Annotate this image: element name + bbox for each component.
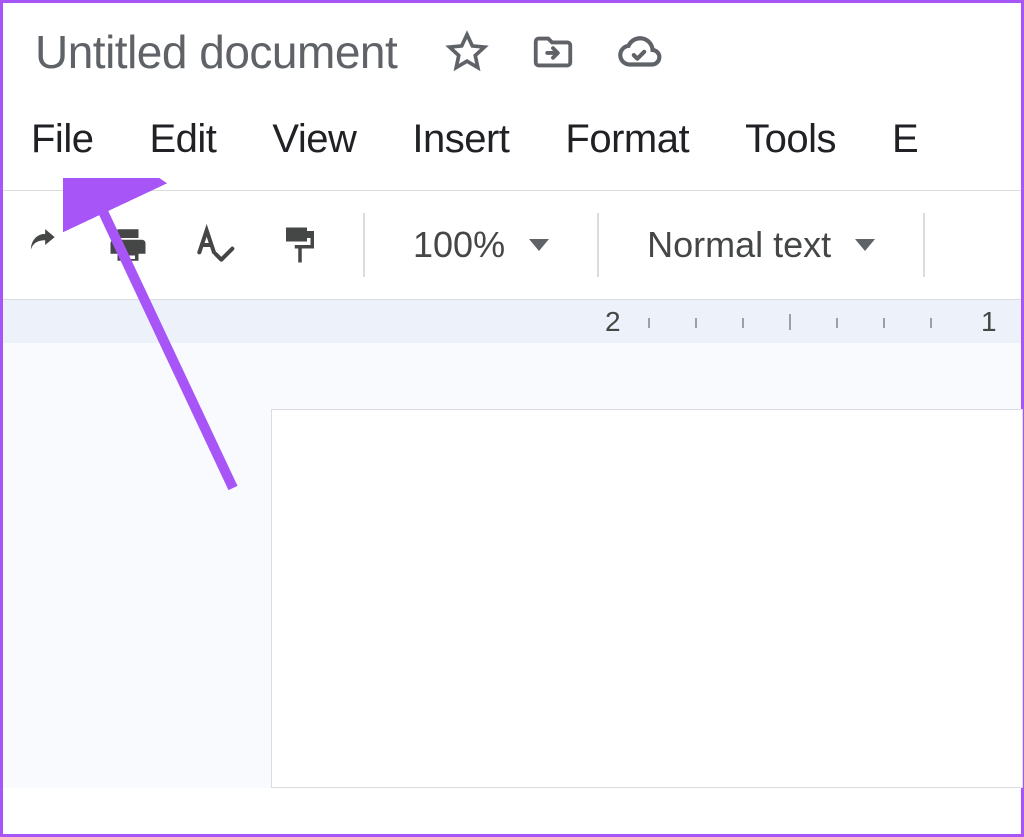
ruler-label: 1 — [981, 306, 997, 338]
menubar: File Edit View Insert Format Tools E — [3, 91, 1021, 190]
redo-icon[interactable] — [13, 216, 71, 274]
zoom-value: 100% — [413, 224, 505, 266]
menu-view[interactable]: View — [272, 117, 356, 162]
menu-file[interactable]: File — [31, 117, 93, 162]
move-folder-icon[interactable] — [527, 26, 579, 78]
document-title[interactable]: Untitled document — [35, 25, 397, 79]
toolbar-separator-2 — [597, 213, 599, 277]
toolbar-separator-1 — [363, 213, 365, 277]
toolbar: 100% Normal text — [3, 191, 1021, 299]
menu-tools[interactable]: Tools — [745, 117, 836, 162]
chevron-down-icon — [855, 239, 875, 251]
document-page[interactable] — [271, 409, 1023, 788]
header: Untitled document — [3, 3, 1021, 91]
chevron-down-icon — [529, 239, 549, 251]
paint-format-icon[interactable] — [271, 216, 329, 274]
spellcheck-icon[interactable] — [185, 216, 243, 274]
paragraph-style-value: Normal text — [647, 224, 831, 266]
menu-edit[interactable]: Edit — [149, 117, 216, 162]
ruler[interactable]: 2 1 — [3, 299, 1021, 343]
zoom-dropdown[interactable]: 100% — [399, 224, 563, 266]
menu-insert[interactable]: Insert — [412, 117, 509, 162]
menu-format[interactable]: Format — [565, 117, 689, 162]
ruler-label: 2 — [605, 306, 621, 338]
paragraph-style-dropdown[interactable]: Normal text — [633, 224, 889, 266]
print-icon[interactable] — [99, 216, 157, 274]
menu-extensions-partial[interactable]: E — [892, 117, 918, 162]
star-icon[interactable] — [441, 26, 493, 78]
cloud-saved-icon[interactable] — [613, 26, 665, 78]
toolbar-separator-3 — [923, 213, 925, 277]
canvas-area — [3, 343, 1021, 788]
